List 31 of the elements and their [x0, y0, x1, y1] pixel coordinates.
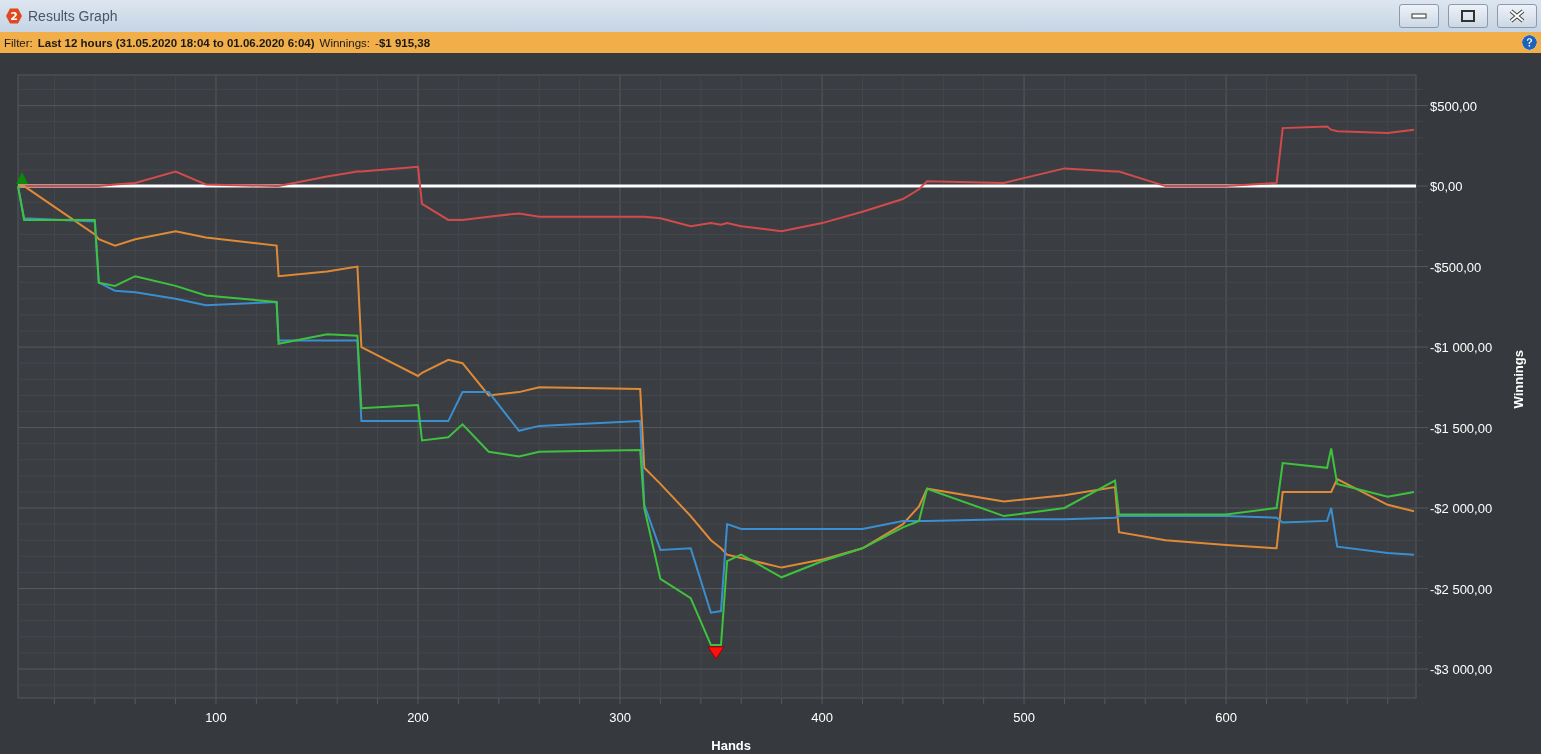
y-tick-label: -$1 500,00 [1430, 420, 1493, 436]
help-icon[interactable] [1522, 35, 1537, 50]
y-tick-label: -$3 000,00 [1430, 662, 1493, 677]
maximize-button[interactable] [1448, 4, 1488, 28]
winnings-label: Winnings: [319, 36, 371, 49]
x-tick-label: 500 [1013, 710, 1035, 725]
minimize-button[interactable] [1399, 4, 1439, 28]
min-marker [707, 646, 725, 660]
y-tick-label: -$2 000,00 [1430, 501, 1493, 517]
y-tick-label: -$500,00 [1430, 259, 1482, 275]
filter-value: Last 12 hours (31.05.2020 18:04 to 01.06.2020 6:04) [37, 36, 315, 49]
minimize-icon [1411, 13, 1427, 19]
x-axis-title: Hands [711, 738, 751, 753]
y-tick-label: $0,00 [1430, 179, 1463, 195]
y-tick-label: -$2 500,00 [1430, 581, 1493, 597]
x-tick-label: 200 [407, 710, 429, 725]
filter-label: Filter: [4, 36, 33, 49]
max-marker [16, 172, 28, 185]
x-tick-label: 100 [205, 710, 227, 725]
winnings-value: -$1 915,38 [375, 36, 431, 49]
close-icon [1509, 9, 1525, 23]
x-tick-label: 600 [1215, 710, 1237, 725]
x-tick-label: 400 [811, 710, 833, 725]
app-logo: 2 [6, 8, 22, 24]
y-tick-label: $500,00 [1430, 98, 1477, 114]
y-axis-title: Winnings [1511, 350, 1526, 409]
close-button[interactable] [1497, 4, 1537, 28]
x-tick-label: 300 [609, 710, 631, 725]
y-tick-label: -$1 000,00 [1430, 340, 1493, 356]
maximize-icon [1461, 10, 1475, 22]
window-title: Results Graph [28, 8, 119, 24]
